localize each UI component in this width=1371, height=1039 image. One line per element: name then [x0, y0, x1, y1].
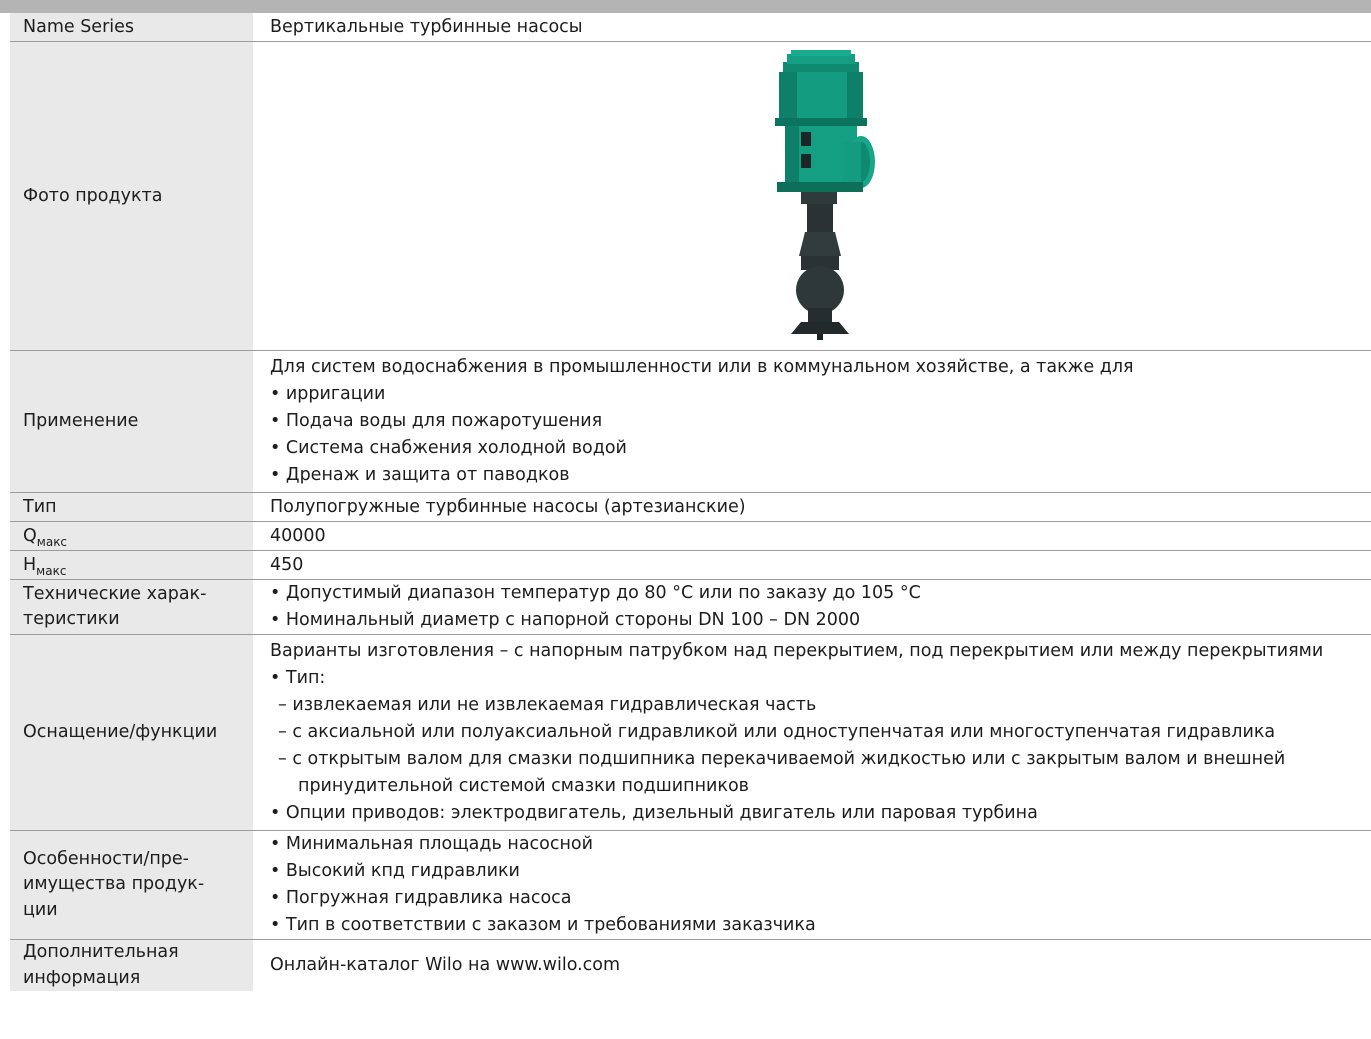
- value-application: Для систем водоснабжения в промышленност…: [253, 350, 1371, 493]
- spec-table: Name Series Вертикальные турбинные насос…: [10, 13, 1371, 991]
- tech-item: Допустимый диапазон температур до 80 °C …: [270, 580, 1371, 607]
- equipment-sub-item-cont: принудительной системой смазки подшипник…: [298, 776, 750, 796]
- application-item: Подача воды для пожаротушения: [270, 408, 1371, 435]
- label-qmax: Qмакс: [10, 521, 254, 551]
- application-intro: Для систем водоснабжения в промышленност…: [270, 357, 1134, 377]
- row-features: Особенности/пре- имущества продук- ции М…: [10, 830, 1371, 940]
- label-features-line: ции: [23, 899, 58, 920]
- row-name-series: Name Series Вертикальные турбинные насос…: [10, 13, 1371, 42]
- label-info-line: Дополнительная: [23, 942, 179, 962]
- label-features: Особенности/пре- имущества продук- ции: [10, 830, 254, 940]
- row-photo: Фото продукта: [10, 41, 1371, 351]
- row-info: Дополнительная информация Онлайн-каталог…: [10, 939, 1371, 991]
- label-qmax-main: Q: [23, 525, 37, 546]
- label-hmax-sub: макс: [36, 563, 67, 578]
- features-item: Высокий кпд гидравлики: [270, 858, 1371, 885]
- label-name-series: Name Series: [10, 13, 254, 42]
- application-item: ирригации: [270, 381, 1371, 408]
- label-qmax-sub: макс: [36, 534, 68, 549]
- value-name-series: Вертикальные турбинные насосы: [253, 13, 1371, 42]
- label-info-line: информация: [23, 967, 141, 988]
- value-tech: Допустимый диапазон температур до 80 °C …: [253, 579, 1371, 635]
- row-qmax: Qмакс 40000: [10, 521, 1371, 551]
- row-hmax: Hмакс 450: [10, 550, 1371, 580]
- header-bar: [0, 0, 1371, 13]
- label-application: Применение: [10, 350, 254, 493]
- equipment-sub-item: с открытым валом для смазки подшипника п…: [270, 746, 1371, 773]
- features-item: Погружная гидравлика насоса: [270, 885, 1371, 912]
- application-item: Система снабжения холодной водой: [270, 435, 1371, 462]
- value-hmax: 450: [253, 550, 1371, 580]
- equipment-drives-item: Опции приводов: электродвигатель, дизель…: [270, 800, 1371, 827]
- label-type: Тип: [10, 492, 254, 522]
- label-tech-line: теристики: [23, 609, 120, 629]
- application-item: Дренаж и защита от паводков: [270, 462, 1371, 489]
- label-features-line: имущества продук-: [23, 874, 205, 895]
- value-features: Минимальная площадь насосной Высокий кпд…: [253, 830, 1371, 940]
- row-type: Тип Полупогружные турбинные насосы (арте…: [10, 492, 1371, 522]
- label-features-line: Особенности/пре-: [23, 848, 189, 869]
- value-equipment: Варианты изготовления – с напорным патру…: [253, 634, 1371, 831]
- label-photo: Фото продукта: [10, 41, 254, 351]
- row-equipment: Оснащение/функции Варианты изготовления …: [10, 634, 1371, 831]
- equipment-sub-item: с аксиальной или полуаксиальной гидравли…: [270, 719, 1371, 746]
- vertical-turbine-pump-image: [774, 49, 875, 340]
- features-item: Минимальная площадь насосной: [270, 831, 1371, 858]
- equipment-type-item: Тип:: [270, 665, 1371, 692]
- value-info: Онлайн-каталог Wilo на www.wilo.com: [270, 955, 621, 975]
- label-hmax: Hмакс: [10, 550, 254, 580]
- features-item: Тип в соответствии с заказом и требовани…: [270, 912, 1371, 939]
- label-equipment: Оснащение/функции: [10, 634, 254, 831]
- row-application: Применение Для систем водоснабжения в пр…: [10, 350, 1371, 493]
- label-tech-line: Технические харак-: [23, 583, 207, 604]
- row-tech: Технические харак- теристики Допустимый …: [10, 579, 1371, 635]
- label-info: Дополнительная информация: [10, 939, 254, 991]
- equipment-intro: Варианты изготовления – с напорным патру…: [270, 641, 1324, 661]
- photo-cell: [253, 41, 1371, 351]
- label-tech: Технические харак- теристики: [10, 579, 254, 635]
- value-type: Полупогружные турбинные насосы (артезиан…: [253, 492, 1371, 522]
- tech-item: Номинальный диаметр с напорной стороны D…: [270, 607, 1371, 634]
- label-hmax-main: H: [23, 554, 37, 575]
- value-qmax: 40000: [253, 521, 1371, 551]
- equipment-sub-item: извлекаемая или не извлекаемая гидравлич…: [270, 692, 1371, 719]
